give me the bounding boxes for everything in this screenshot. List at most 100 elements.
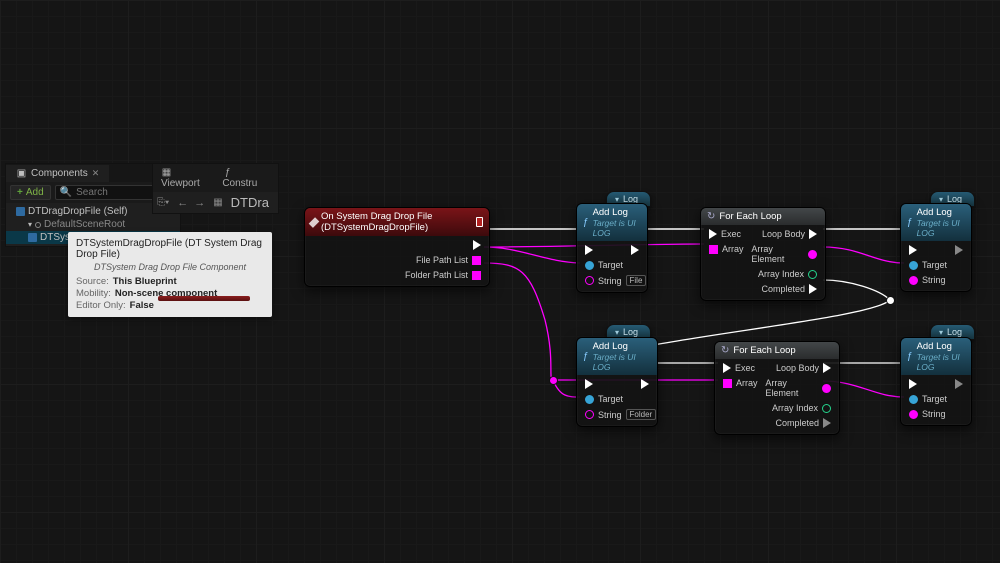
construction-tab[interactable]: ƒ Constru <box>222 167 270 189</box>
node-title: For Each Loop <box>719 211 781 222</box>
exec-in-pin[interactable] <box>585 245 593 255</box>
exec-out-pin[interactable] <box>955 379 963 389</box>
panel-icon: ▣ <box>16 168 27 179</box>
reroute-node[interactable] <box>886 296 895 305</box>
foreach-node-2[interactable]: ↻ For Each Loop Exec Array Loop Body Arr… <box>714 341 840 435</box>
exec-out-pin[interactable] <box>641 379 649 389</box>
function-icon: ƒ <box>583 351 589 362</box>
target-pin[interactable]: Target <box>585 394 623 404</box>
pin-label: Loop Body <box>762 229 805 239</box>
exec-in-pin[interactable] <box>909 379 917 389</box>
array-element-pin[interactable]: Array Element <box>765 378 831 398</box>
reroute-node-pink[interactable] <box>549 376 558 385</box>
string-pin[interactable]: String <box>909 275 946 285</box>
exec-out-pin[interactable] <box>955 245 963 255</box>
pin-label: Array <box>722 244 744 254</box>
viewport-tab[interactable]: ▦ Viewport <box>161 167 212 189</box>
node-header[interactable]: On System Drag Drop File (DTSystemDragDr… <box>305 208 489 236</box>
node-header[interactable]: ƒ Add Log Target is UI LOG <box>577 204 647 241</box>
tooltip-editor-val: False <box>130 300 154 311</box>
add-label: Add <box>26 187 44 198</box>
viewport-icon: ▦ <box>161 167 172 178</box>
node-title: Add Log <box>917 341 965 352</box>
array-in-pin[interactable]: Array <box>709 244 744 254</box>
breadcrumb[interactable]: DTDra <box>231 195 269 210</box>
node-title: For Each Loop <box>733 345 795 356</box>
node-header[interactable]: ƒ Add Log Target is UI LOG <box>901 338 971 375</box>
target-pin[interactable]: Target <box>909 394 947 404</box>
array-index-pin[interactable]: Array Index <box>758 269 817 279</box>
error-bar <box>158 296 250 301</box>
tree-default-scene-root[interactable]: ▾ DefaultSceneRoot <box>6 218 180 231</box>
exec-in-pin[interactable] <box>585 379 593 389</box>
node-header[interactable]: ↻ For Each Loop <box>701 208 825 225</box>
string-pin[interactable]: String <box>909 409 946 419</box>
array-index-pin[interactable]: Array Index <box>772 403 831 413</box>
nav-back-button[interactable]: ← <box>177 197 188 209</box>
array-pin-icon <box>709 245 718 254</box>
node-header[interactable]: ƒ Add Log Target is UI LOG <box>901 204 971 241</box>
function-icon: ƒ <box>583 217 589 228</box>
event-node-ondragdropfile[interactable]: On System Drag Drop File (DTSystemDragDr… <box>304 207 490 287</box>
exec-out-pin[interactable] <box>473 240 481 250</box>
node-subtitle: Target is UI LOG <box>593 352 651 372</box>
exec-out-pin[interactable] <box>631 245 639 255</box>
function-icon: ƒ <box>907 351 913 362</box>
node-header[interactable]: ↻ For Each Loop <box>715 342 839 359</box>
foreach-node-1[interactable]: ↻ For Each Loop Exec Array Loop Body Arr… <box>700 207 826 301</box>
addlog-node-3[interactable]: ƒ Add Log Target is UI LOG Target String… <box>576 337 658 427</box>
file-path-list-pin[interactable]: File Path List <box>416 255 481 265</box>
pin-label: Completed <box>775 418 819 428</box>
nav-forward-button[interactable]: → <box>194 197 205 209</box>
node-title: Add Log <box>917 207 965 218</box>
blueprint-icon <box>16 207 25 216</box>
pin-label: Target <box>598 260 623 270</box>
array-element-pin[interactable]: Array Element <box>751 244 817 264</box>
construction-tab-label: Constru <box>222 178 257 189</box>
viewport-tab-label: Viewport <box>161 178 200 189</box>
caret-icon: ▾ <box>28 220 32 229</box>
pin-label: Target <box>598 394 623 404</box>
pin-label: Array Index <box>758 269 804 279</box>
pin-label: Array Element <box>765 378 818 398</box>
loop-body-pin[interactable]: Loop Body <box>776 363 831 373</box>
tooltip-source-key: Source: <box>76 276 109 287</box>
pin-label: String <box>598 410 622 420</box>
exec-in-pin[interactable] <box>909 245 917 255</box>
pin-label: Array Element <box>751 244 804 264</box>
pin-label: Array <box>736 378 758 388</box>
folder-path-list-pin[interactable]: Folder Path List <box>405 270 481 280</box>
addlog-node-2[interactable]: ƒ Add Log Target is UI LOG Target String <box>900 203 972 292</box>
default-value-pill[interactable]: Folder <box>626 409 657 420</box>
function-icon: ƒ <box>222 167 233 178</box>
tooltip-subtitle: DTSystem Drag Drop File Component <box>76 262 264 272</box>
viewport-tabbar: ▦ Viewport ƒ Constru <box>153 164 278 192</box>
exec-in-pin[interactable]: Exec <box>723 363 755 373</box>
completed-pin[interactable]: Completed <box>775 418 831 428</box>
add-component-button[interactable]: + Add <box>10 185 51 200</box>
node-header[interactable]: ƒ Add Log Target is UI LOG <box>577 338 657 375</box>
close-icon[interactable]: ✕ <box>92 168 100 179</box>
save-button[interactable]: ⎘▾ <box>157 197 169 208</box>
addlog-node-1[interactable]: ƒ Add Log Target is UI LOG Target String… <box>576 203 648 293</box>
loop-body-pin[interactable]: Loop Body <box>762 229 817 239</box>
array-pin-icon <box>472 271 481 280</box>
target-pin[interactable]: Target <box>585 260 623 270</box>
macro-icon: ↻ <box>707 211 715 222</box>
target-pin[interactable]: Target <box>909 260 947 270</box>
delegate-pin[interactable] <box>476 217 483 227</box>
browse-button[interactable]: ▦ <box>213 197 222 208</box>
completed-pin[interactable]: Completed <box>761 284 817 294</box>
pin-label: Array Index <box>772 403 818 413</box>
components-tab[interactable]: ▣ Components ✕ <box>6 165 109 182</box>
tooltip-title: DTSystemDragDropFile (DT System Drag Dro… <box>76 238 264 260</box>
addlog-node-4[interactable]: ƒ Add Log Target is UI LOG Target String <box>900 337 972 426</box>
scene-icon <box>35 222 41 228</box>
node-subtitle: Target is UI LOG <box>917 218 965 238</box>
array-in-pin[interactable]: Array <box>723 378 758 388</box>
component-icon <box>28 233 37 242</box>
component-tooltip: DTSystemDragDropFile (DT System Drag Dro… <box>68 232 272 317</box>
exec-in-pin[interactable]: Exec <box>709 229 741 239</box>
tooltip-mobility-key: Mobility: <box>76 288 111 299</box>
pin-label: String <box>598 276 622 286</box>
